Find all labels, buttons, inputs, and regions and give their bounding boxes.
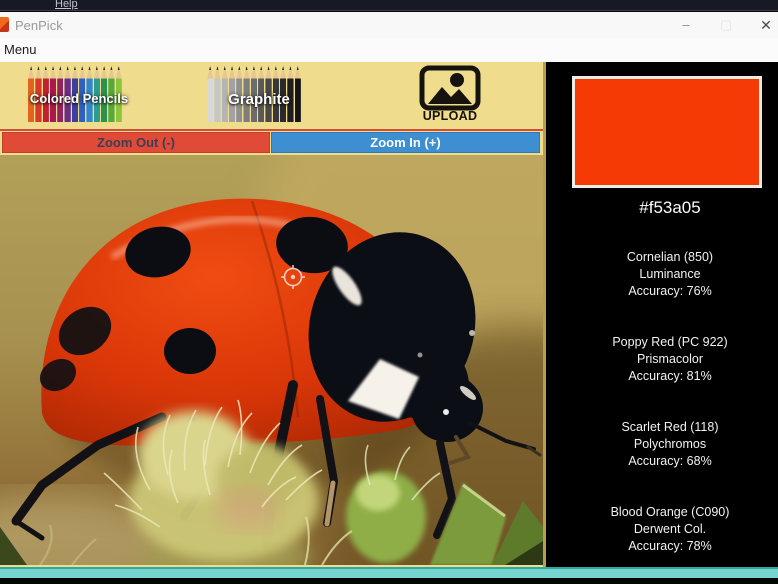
zoom-out-button[interactable]: Zoom Out (-) [2, 132, 270, 153]
match-brand: Polychromos [633, 437, 707, 451]
color-match-panel: #f53a05 Cornelian (850) Luminance Accura… [546, 62, 778, 567]
menu-bar: Menu [0, 38, 778, 62]
zoom-in-button[interactable]: Zoom In (+) [271, 132, 540, 153]
upload-button[interactable]: UPLOAD [417, 65, 483, 125]
match-brand: Luminance [639, 267, 701, 281]
match-entry: Scarlet Red (118) Polychromos Accuracy: … [562, 419, 778, 470]
colored-pencils-label: Colored Pencils [29, 91, 129, 106]
match-entry: Cornelian (850) Luminance Accuracy: 76% [562, 249, 778, 300]
pencil-matches: Cornelian (850) Luminance Accuracy: 76% … [562, 249, 778, 555]
match-name: Blood Orange (C090) [610, 505, 730, 519]
match-accuracy: Accuracy: 78% [628, 539, 712, 553]
upload-image-icon [419, 65, 481, 111]
title-bar: PenPick – ▢ ✕ [0, 12, 778, 38]
match-brand: Prismacolor [637, 352, 703, 366]
photo-canvas[interactable] [0, 155, 543, 565]
match-name: Poppy Red (PC 922) [612, 335, 728, 349]
background-window-menubar: Help [0, 0, 778, 11]
left-column: Colored Pencils Graphite UPLOAD Zoom Out… [0, 62, 543, 567]
zoom-controls: Zoom Out (-) Zoom In (+) [0, 129, 543, 155]
close-button[interactable]: ✕ [746, 12, 778, 38]
match-name: Scarlet Red (118) [621, 420, 719, 434]
maximize-button[interactable]: ▢ [706, 12, 746, 38]
match-accuracy: Accuracy: 76% [628, 284, 712, 298]
graphite-label: Graphite [228, 91, 290, 108]
app-icon [0, 17, 9, 32]
penpick-app: Help PenPick – ▢ ✕ Menu Colored Pencils … [0, 0, 778, 584]
colored-pencils-button[interactable]: Colored Pencils [28, 64, 130, 126]
bottom-strip [0, 578, 778, 584]
match-entry: Poppy Red (PC 922) Prismacolor Accuracy:… [562, 334, 778, 385]
upload-label: UPLOAD [422, 109, 478, 123]
match-accuracy: Accuracy: 68% [628, 454, 712, 468]
minimize-button[interactable]: – [666, 12, 706, 38]
status-bar [0, 567, 778, 578]
match-accuracy: Accuracy: 81% [628, 369, 712, 383]
match-name: Cornelian (850) [626, 250, 714, 264]
match-brand: Derwent Col. [633, 522, 707, 536]
ladybug-photo [0, 155, 543, 565]
background-help-menu[interactable]: Help [55, 0, 78, 10]
graphite-button[interactable]: Graphite [207, 64, 311, 126]
pencil-set-toolbar: Colored Pencils Graphite UPLOAD [0, 62, 543, 129]
picked-color-swatch [572, 76, 762, 188]
menu-item-menu[interactable]: Menu [4, 42, 37, 57]
match-entry: Blood Orange (C090) Derwent Col. Accurac… [562, 504, 778, 555]
picked-color-hex: #f53a05 [639, 198, 701, 217]
window-title: PenPick [15, 18, 63, 33]
